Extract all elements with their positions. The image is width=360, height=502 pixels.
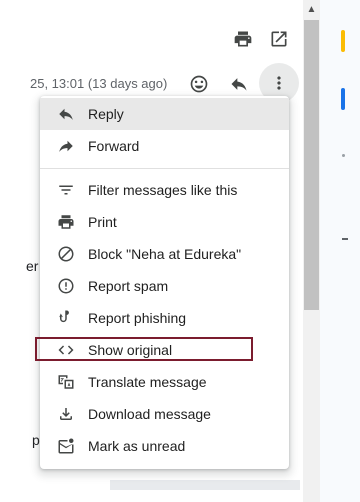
menu-item-reply[interactable]: Reply: [40, 98, 289, 130]
menu-item-report-phishing[interactable]: Report phishing: [40, 302, 289, 334]
print-icon: [56, 212, 76, 232]
menu-item-label: Report spam: [88, 278, 169, 294]
menu-item-block-sender[interactable]: Block "Neha at Edureka": [40, 238, 289, 270]
menu-item-label: Mark as unread: [88, 438, 186, 454]
open-in-new-window-icon[interactable]: [267, 27, 291, 51]
side-panel: [320, 0, 360, 502]
menu-item-label: Filter messages like this: [88, 182, 238, 198]
emoji-react-icon[interactable]: [187, 72, 211, 96]
side-panel-dash: [342, 238, 348, 240]
mark-unread-icon: [56, 436, 76, 456]
forward-icon: [56, 136, 76, 156]
filter-icon: [56, 180, 76, 200]
message-timestamp: 25, 13:01 (13 days ago): [30, 76, 168, 91]
menu-item-print[interactable]: Print: [40, 206, 289, 238]
menu-item-label: Block "Neha at Edureka": [88, 246, 242, 262]
message-options-menu: Reply Forward Filter messages like this …: [40, 96, 289, 469]
body-text-fragment: p: [32, 432, 40, 448]
menu-item-forward[interactable]: Forward: [40, 130, 289, 162]
menu-divider: [40, 168, 289, 169]
reply-icon: [56, 104, 76, 124]
menu-item-label: Translate message: [88, 374, 207, 390]
horizontal-scrollbar[interactable]: [110, 480, 300, 490]
more-vert-icon: [277, 76, 281, 90]
phishing-hook-icon: [56, 308, 76, 328]
menu-item-label: Show original: [88, 342, 173, 358]
code-icon: [56, 340, 76, 360]
body-text-fragment: er: [26, 258, 39, 274]
report-spam-icon: [56, 276, 76, 296]
message-meta-row: 25, 13:01 (13 days ago): [0, 72, 300, 94]
translate-icon: [56, 372, 76, 392]
menu-item-label: Reply: [88, 106, 124, 122]
menu-item-mark-unread[interactable]: Mark as unread: [40, 430, 289, 462]
block-icon: [56, 244, 76, 264]
menu-item-filter-messages[interactable]: Filter messages like this: [40, 174, 289, 206]
download-icon: [56, 404, 76, 424]
menu-item-report-spam[interactable]: Report spam: [40, 270, 289, 302]
side-panel-accent-yellow: [341, 30, 345, 52]
side-panel-dot: [342, 154, 345, 157]
menu-item-label: Forward: [88, 138, 140, 154]
reply-quick-icon[interactable]: [227, 72, 251, 96]
print-all-icon[interactable]: [231, 27, 255, 51]
side-panel-accent-blue: [341, 88, 345, 110]
menu-item-show-original[interactable]: Show original: [40, 334, 289, 366]
menu-item-translate[interactable]: Translate message: [40, 366, 289, 398]
scroll-up-arrow-icon[interactable]: ▲: [303, 0, 320, 18]
menu-item-label: Report phishing: [88, 310, 187, 326]
vertical-scrollbar-thumb[interactable]: [304, 20, 319, 310]
menu-item-label: Print: [88, 214, 117, 230]
menu-item-label: Download message: [88, 406, 211, 422]
menu-item-download[interactable]: Download message: [40, 398, 289, 430]
